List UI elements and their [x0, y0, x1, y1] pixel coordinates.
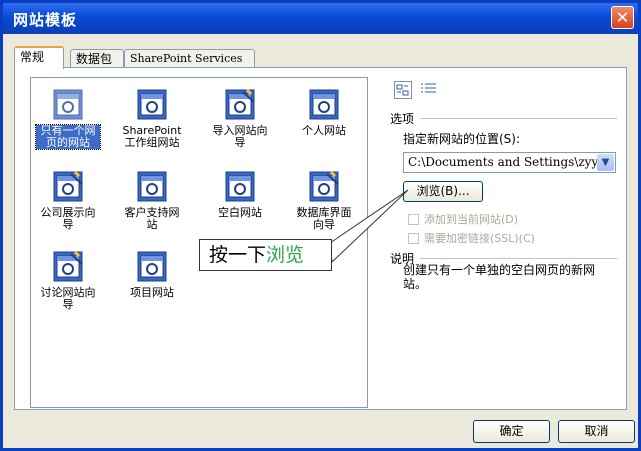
ok-button[interactable]: 确定 — [473, 420, 550, 443]
tab-packages[interactable]: 数据包 — [70, 49, 124, 68]
template-item[interactable]: 数据库界面向导 — [281, 170, 367, 231]
add-to-current-web-checkbox[interactable]: 添加到当前网站(D) — [408, 211, 518, 227]
browse-button[interactable]: 浏览(B)... — [403, 181, 483, 202]
template-item[interactable]: 公司展示向导 — [25, 170, 111, 231]
template-label: 导入网站向导 — [212, 124, 268, 149]
template-label: 个人网站 — [302, 124, 346, 137]
location-value: C:\Documents and Settings\zyy — [408, 155, 599, 169]
large-icons-view-button[interactable] — [394, 81, 412, 99]
ssl-checkbox[interactable]: 需要加密链接(SSL)(C) — [408, 230, 535, 246]
list-view-icon — [421, 83, 437, 93]
cancel-button[interactable]: 取消 — [558, 420, 635, 443]
template-item[interactable]: 项目网站 — [109, 250, 195, 299]
page-icon — [135, 88, 169, 122]
template-item[interactable]: 客户支持网站 — [109, 170, 195, 231]
page-icon — [135, 250, 169, 284]
template-item[interactable]: 导入网站向导 — [197, 88, 283, 149]
template-label: 空白网站 — [218, 206, 262, 219]
wizard-icon — [51, 250, 85, 284]
checkbox-box[interactable] — [408, 233, 419, 244]
location-label: 指定新网站的位置(S): — [403, 132, 521, 146]
template-item[interactable]: 讨论网站向导 — [25, 250, 111, 311]
callout-keyword: 浏览 — [266, 244, 305, 266]
view-toggle — [394, 81, 441, 100]
description-divider — [420, 258, 617, 259]
ssl-label: 需要加密链接(SSL)(C) — [424, 232, 535, 245]
wizard-icon — [223, 88, 257, 122]
close-button[interactable]: ✕ — [611, 6, 634, 29]
template-label: 客户支持网站 — [124, 206, 180, 231]
chevron-down-icon[interactable]: ▼ — [597, 154, 614, 171]
template-label: 只有一个网页的网站 — [35, 124, 101, 150]
wizard-icon — [307, 170, 341, 204]
add-to-current-web-label: 添加到当前网站(D) — [424, 213, 519, 226]
tab-general[interactable]: 常规 — [14, 46, 64, 69]
template-item[interactable]: 个人网站 — [281, 88, 367, 137]
page-icon — [307, 88, 341, 122]
template-label: 讨论网站向导 — [40, 286, 96, 311]
wizard-icon — [51, 170, 85, 204]
single-page-icon — [51, 88, 85, 122]
callout-prefix: 按一下 — [209, 244, 267, 266]
page-icon — [223, 170, 257, 204]
template-item[interactable]: SharePoint 工作组网站 — [109, 88, 195, 149]
template-item[interactable]: 空白网站 — [197, 170, 283, 219]
tab-sharepoint-services[interactable]: SharePoint Services — [124, 49, 255, 68]
template-item[interactable]: 只有一个网页的网站 — [25, 88, 111, 150]
annotation-callout: 按一下浏览 — [199, 239, 332, 271]
options-heading: 选项 — [390, 112, 415, 126]
location-combobox[interactable]: C:\Documents and Settings\zyy ▼ — [403, 152, 616, 173]
template-label: 项目网站 — [130, 286, 174, 299]
options-divider — [420, 118, 617, 119]
checkbox-box[interactable] — [408, 214, 419, 225]
template-label: 数据库界面向导 — [296, 206, 352, 231]
description-text: 创建只有一个单独的空白网页的新网站。 — [403, 263, 596, 291]
large-icons-icon — [396, 84, 409, 96]
title-bar[interactable]: 网站模板 ✕ — [3, 3, 638, 34]
window-title: 网站模板 — [13, 11, 78, 29]
template-label: 公司展示向导 — [40, 206, 96, 231]
close-icon: ✕ — [615, 8, 630, 27]
list-view-button[interactable] — [420, 81, 438, 99]
page-icon — [135, 170, 169, 204]
template-label: SharePoint 工作组网站 — [122, 124, 182, 149]
